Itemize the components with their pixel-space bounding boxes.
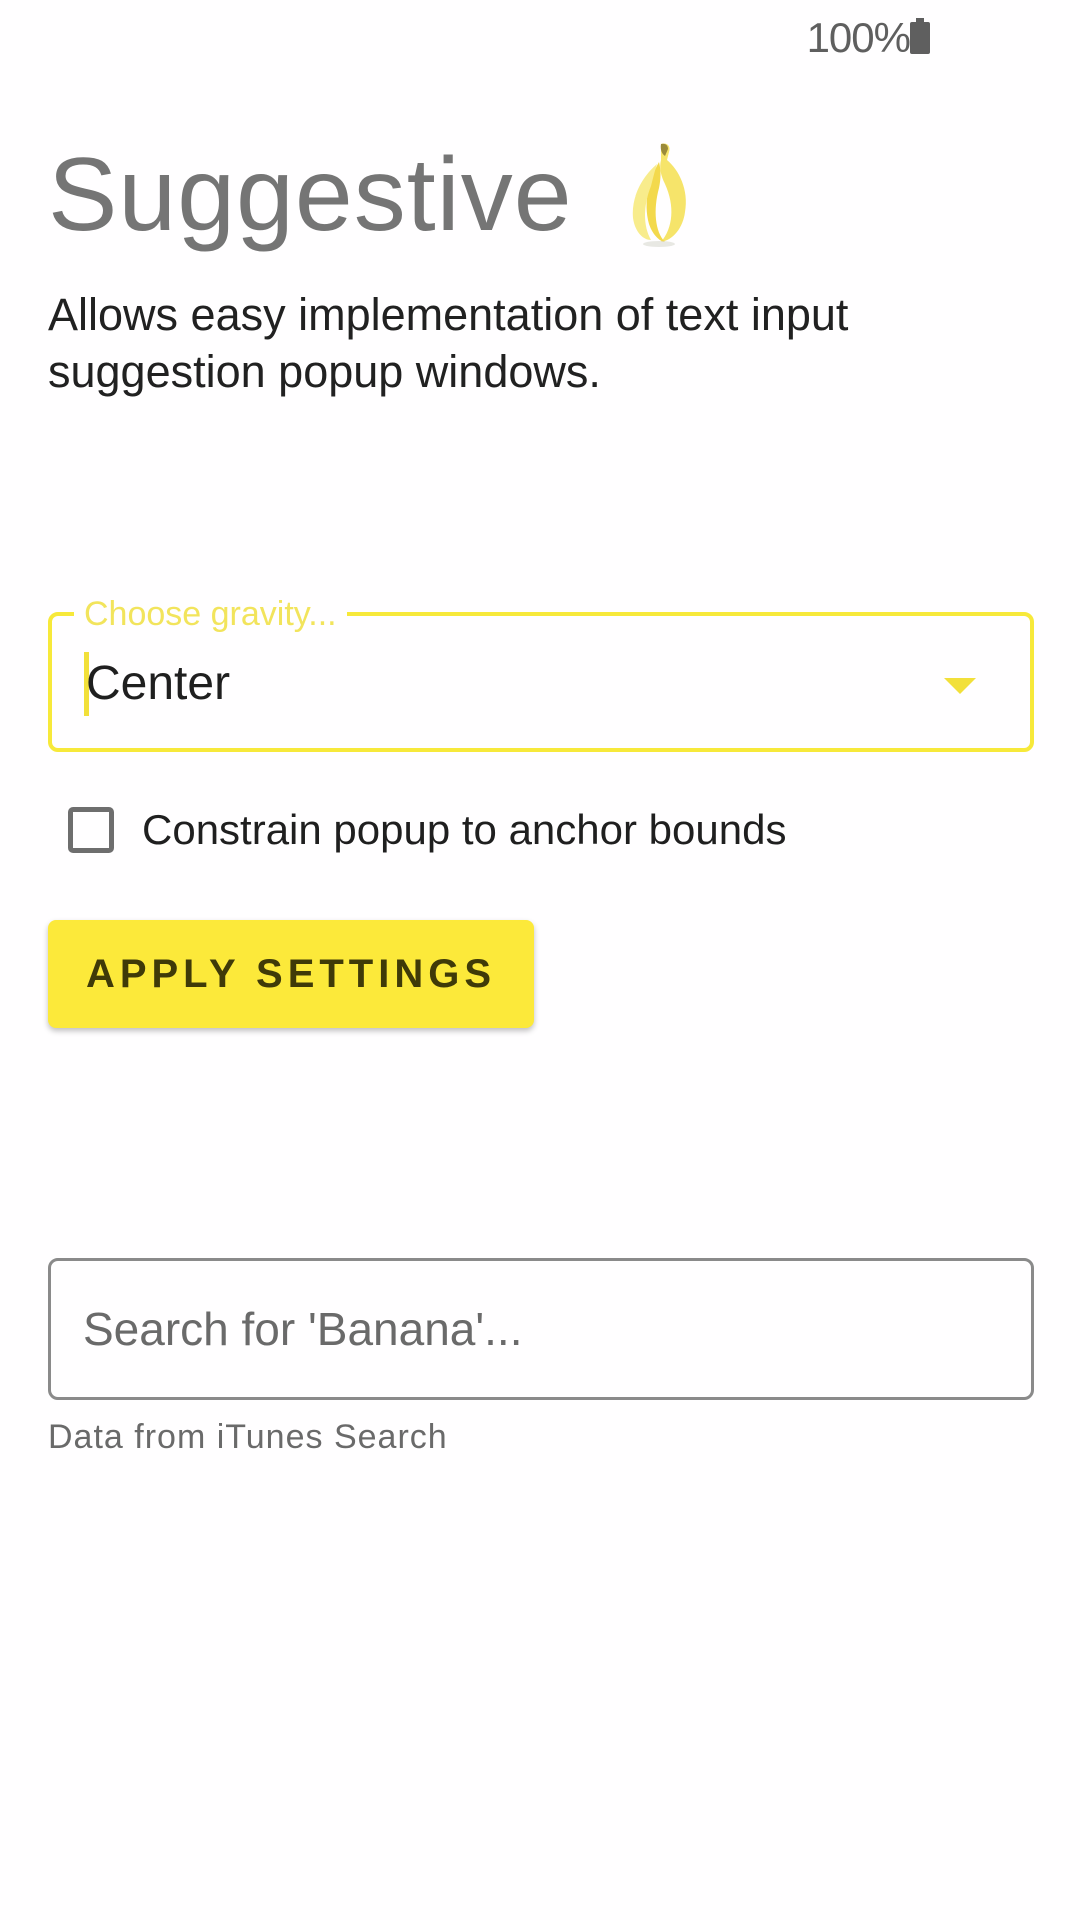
app-screen: 100% Suggestive Allows easy implementati… <box>0 0 1080 1920</box>
constrain-checkbox-row[interactable]: Constrain popup to anchor bounds <box>68 800 786 860</box>
apply-settings-button[interactable]: APPLY SETTINGS <box>48 920 534 1028</box>
dropdown-arrow-icon[interactable] <box>944 678 976 694</box>
constrain-checkbox[interactable] <box>68 807 114 853</box>
gravity-selected-value[interactable]: Center <box>86 652 230 716</box>
battery-icon <box>910 18 930 54</box>
status-bar: 100% <box>0 0 1080 76</box>
constrain-checkbox-label[interactable]: Constrain popup to anchor bounds <box>142 806 786 854</box>
page-title: Suggestive <box>48 136 573 253</box>
search-field[interactable] <box>48 1258 1034 1400</box>
search-input[interactable] <box>83 1261 983 1397</box>
search-helper-text: Data from iTunes Search <box>48 1418 448 1456</box>
banana-icon <box>632 143 686 247</box>
gravity-dropdown-label: Choose gravity... <box>74 592 347 636</box>
apply-settings-label: APPLY SETTINGS <box>85 951 497 996</box>
app-description: Allows easy implementation of text input… <box>48 289 849 397</box>
gravity-dropdown[interactable]: Choose gravity... Center <box>48 592 1034 752</box>
title-row: Suggestive <box>48 130 703 260</box>
battery-percent: 100% <box>806 14 911 61</box>
